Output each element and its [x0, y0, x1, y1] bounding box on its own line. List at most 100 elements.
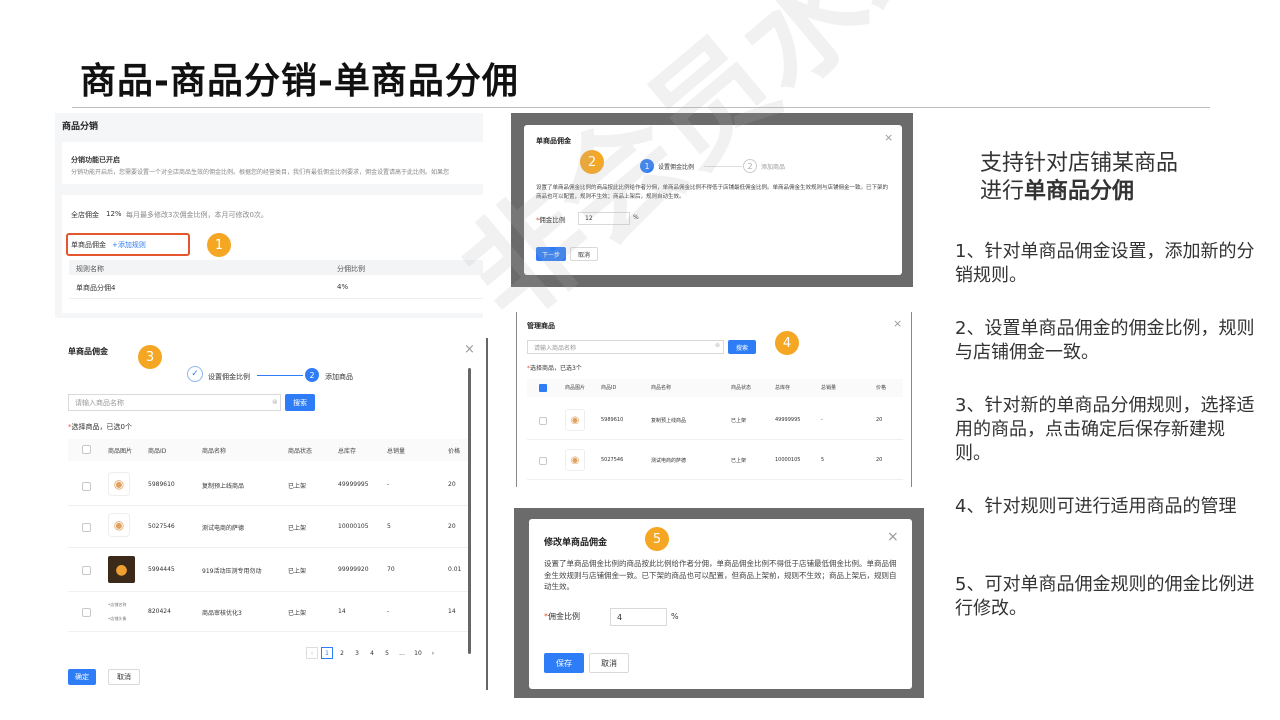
col-id: 商品ID — [601, 385, 617, 391]
notice-title: 分销功能已开启 — [71, 156, 120, 164]
col-status: 商品状态 — [731, 385, 752, 391]
step-2-label: 添加商品 — [325, 373, 353, 381]
cell-name: 919活动压测专用勿动 — [202, 568, 262, 575]
feature-point-2: 2、设置单商品佣金的佣金比例，规则与店铺佣金一致。 — [955, 318, 1255, 363]
step-1-label: 设置佣金比例 — [658, 164, 695, 171]
cell-stock: 99999920 — [338, 566, 369, 573]
cell-status: 已上架 — [288, 525, 307, 532]
product-thumbnail: ◉ — [565, 449, 585, 471]
col-sales: 总销量 — [387, 448, 406, 455]
product-table-header: 商品图片 商品ID 商品名称 商品状态 总库存 总销量 价格 — [68, 439, 468, 461]
next-page-icon[interactable]: › — [428, 647, 438, 659]
step-2-icon: 2 — [743, 159, 757, 173]
notice-text: 分销功能开启后，您需要设置一个对全店商品生效的佣金比例。根据您的经营类目，我们有… — [71, 169, 450, 176]
cancel-button[interactable]: 取消 — [570, 247, 598, 261]
cell-stock: 14 — [338, 608, 346, 615]
search-button[interactable]: 搜索 — [728, 340, 756, 354]
slide-title: 商品-商品分销-单商品分佣 — [80, 61, 519, 102]
cell-status: 已上架 — [288, 610, 307, 617]
table-row[interactable]: ◉ 5027546 测试电商的萨德 已上架 10000105 5 20 — [527, 442, 903, 480]
store-commission-label: 全店佣金 — [71, 211, 99, 219]
cell-sales: - — [821, 417, 823, 423]
dialog-title: 修改单商品佣金 — [544, 538, 608, 548]
page-2[interactable]: 2 — [336, 647, 348, 659]
search-button[interactable]: 搜索 — [285, 394, 315, 411]
product-thumbnail: ● — [108, 556, 135, 583]
row-checkbox[interactable] — [539, 457, 547, 465]
feature-point-3: 3、针对新的单商品分佣规则，选择适用的商品，点击确定后保存新建规则。 — [955, 395, 1255, 464]
feature-point-5: 5、可对单商品佣金规则的佣金比例进行修改。 — [955, 574, 1255, 619]
cell-price: 20 — [876, 457, 883, 463]
select-all-checkbox[interactable] — [539, 384, 547, 392]
page-ellipsis: ... — [399, 649, 405, 657]
close-icon[interactable]: × — [464, 342, 475, 357]
cell-status: 已上架 — [731, 458, 747, 464]
cell-id: 820424 — [148, 608, 171, 615]
cell-status: 已上架 — [288, 568, 307, 575]
add-rule-link[interactable]: +添加规则 — [112, 240, 146, 250]
table-row[interactable]: ● 5994445 919活动压测专用勿动 已上架 99999920 70 0.… — [68, 548, 468, 592]
row-checkbox[interactable] — [82, 482, 91, 491]
ratio-label: *佣金比例 — [536, 216, 566, 224]
page-3[interactable]: 3 — [351, 647, 363, 659]
page-10[interactable]: 10 — [411, 647, 425, 659]
cell-stock: 10000105 — [775, 457, 801, 463]
table-row[interactable]: ◉ 5027546 测试电商的萨德 已上架 10000105 5 20 — [68, 506, 468, 548]
cell-id: 5027546 — [601, 457, 624, 463]
ratio-unit: % — [671, 612, 679, 621]
selected-count-text: 选择商品，已选3个 — [530, 365, 582, 372]
step-badge-5: 5 — [645, 527, 669, 551]
next-button[interactable]: 下一步 — [536, 247, 566, 261]
row-checkbox[interactable] — [82, 523, 91, 532]
rule-row-name[interactable]: 单商品分佣4 — [76, 283, 115, 293]
scrollbar[interactable] — [468, 368, 471, 654]
step-1-icon: 1 — [640, 159, 654, 173]
cancel-button[interactable]: 取消 — [589, 653, 629, 673]
table-row[interactable]: ◉ 5989610 复制预上线商品 已上架 49999995 - 20 — [68, 466, 468, 506]
select-all-checkbox[interactable] — [82, 445, 91, 454]
col-name: 商品名称 — [202, 448, 227, 455]
cell-sales: - — [387, 481, 390, 488]
cell-price: 20 — [448, 523, 456, 530]
page-4[interactable]: 4 — [366, 647, 378, 659]
clear-icon[interactable]: ⊗ — [715, 342, 720, 349]
cell-stock: 10000105 — [338, 523, 369, 530]
ratio-label-text: 佣金比例 — [539, 216, 566, 224]
step-1-label: 设置佣金比例 — [208, 373, 250, 381]
ratio-input[interactable]: 4 — [610, 608, 667, 626]
row-divider — [69, 298, 483, 299]
row-checkbox[interactable] — [82, 608, 91, 617]
close-icon[interactable]: × — [884, 131, 893, 144]
title-divider — [72, 107, 1210, 108]
pagination: ‹ 1 2 3 4 5 ... 10 › — [306, 646, 438, 660]
page-5[interactable]: 5 — [381, 647, 393, 659]
row-checkbox[interactable] — [539, 417, 547, 425]
page-1[interactable]: 1 — [321, 647, 333, 659]
table-row[interactable]: •店铺名称 •店铺头像 820424 商品审核优化3 已上架 14 - 14 — [68, 592, 468, 632]
col-sales: 总销量 — [821, 385, 837, 391]
cell-id: 5027546 — [148, 523, 175, 530]
col-stock: 总库存 — [775, 385, 791, 391]
close-icon[interactable]: × — [893, 317, 902, 330]
prev-page-icon[interactable]: ‹ — [306, 647, 318, 659]
cell-sales: 70 — [387, 566, 395, 573]
product-thumbnail: ◉ — [108, 472, 130, 496]
store-commission-value: 12% — [106, 210, 122, 218]
cancel-button[interactable]: 取消 — [108, 669, 140, 685]
rule-table-header: 规则名称 分佣比例 — [69, 260, 483, 275]
row-checkbox[interactable] — [82, 566, 91, 575]
dialog-desc: 设置了单商品佣金比例的商品按此比例给作者分佣，单商品佣金比例不得低于店铺最低佣金… — [536, 185, 889, 200]
ratio-label: *佣金比例 — [544, 612, 580, 621]
confirm-button[interactable]: 确定 — [68, 669, 96, 685]
clear-icon[interactable]: ⊗ — [272, 398, 278, 406]
product-search-input[interactable]: 请输入商品名称 — [527, 340, 724, 354]
col-ratio: 分佣比例 — [337, 265, 365, 273]
feature-heading-line-2: 进行单商品分佣 — [980, 178, 1178, 206]
manage-products-dialog: 管理商品 × 请输入商品名称 ⊗ 搜索 *选择商品，已选3个 商品图片 商品ID… — [516, 312, 912, 487]
product-search-input[interactable]: 请输入商品名称 — [68, 394, 281, 411]
ratio-input[interactable]: 12 — [578, 212, 630, 225]
cell-id: 5994445 — [148, 566, 175, 573]
close-icon[interactable]: × — [887, 529, 899, 545]
table-row[interactable]: ◉ 5989610 复制预上线商品 已上架 49999995 - 20 — [527, 402, 903, 440]
save-button[interactable]: 保存 — [544, 653, 584, 673]
